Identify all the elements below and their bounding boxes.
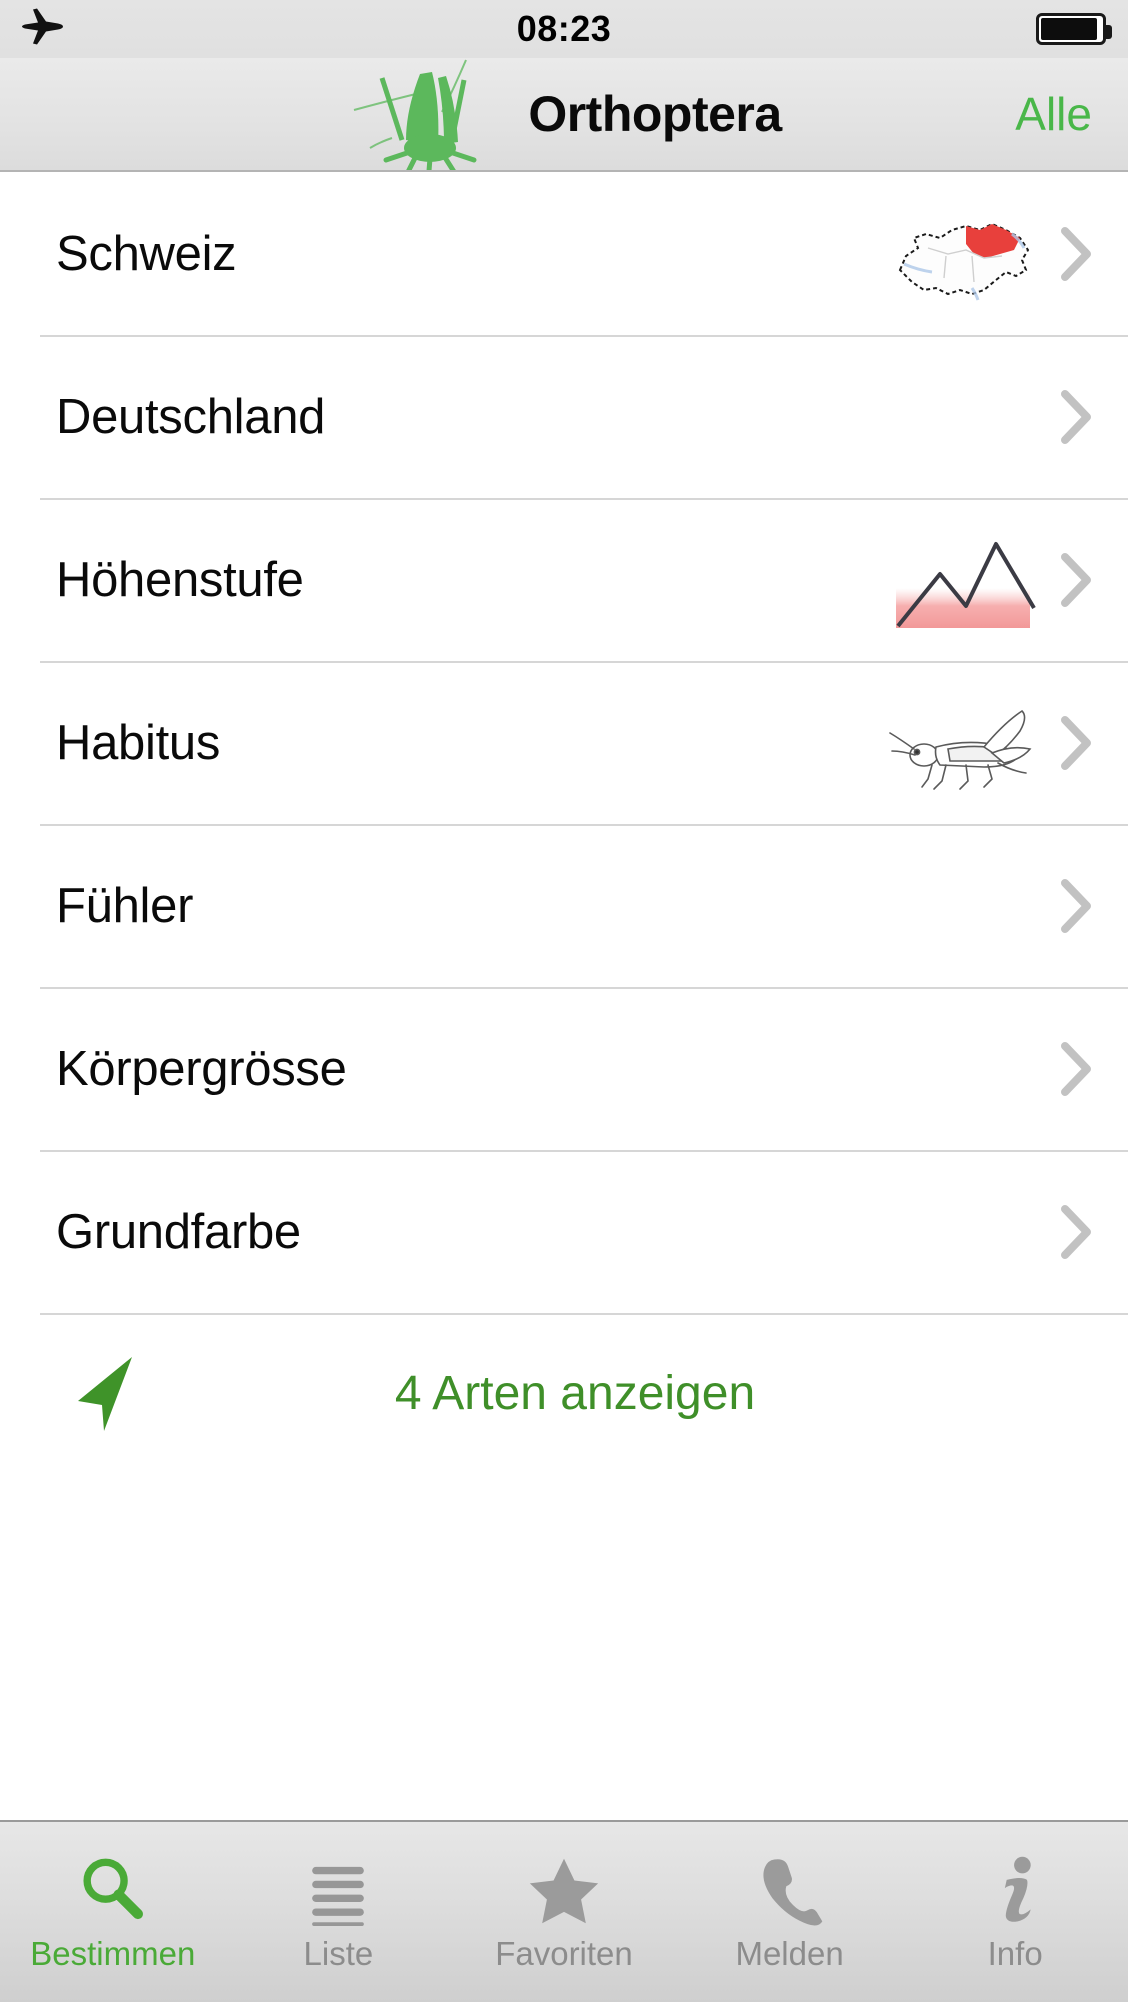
- phone-icon: [754, 1851, 826, 1929]
- tab-label: Info: [987, 1935, 1043, 1972]
- tab-liste[interactable]: Liste: [226, 1822, 452, 2002]
- mountain-altitude-icon: [888, 525, 1038, 635]
- navigation-bar-center: Orthoptera: [0, 58, 1128, 170]
- list-item-label: Fühler: [56, 878, 194, 933]
- chevron-right-icon: [1060, 878, 1094, 934]
- list-item-label: Habitus: [56, 715, 221, 770]
- filter-list: Schweiz Deutschland Höhenstufe Habitus F…: [0, 172, 1128, 1820]
- list-item-deutschland[interactable]: Deutschland: [0, 335, 1128, 498]
- search-icon: [77, 1851, 149, 1929]
- alle-button[interactable]: Alle: [1015, 87, 1092, 141]
- chevron-right-icon: [1060, 552, 1094, 608]
- tab-favoriten[interactable]: Favoriten: [451, 1822, 677, 2002]
- tab-label: Melden: [735, 1935, 844, 1972]
- list-item-label: Schweiz: [56, 226, 237, 281]
- star-icon: [527, 1851, 601, 1929]
- status-bar-clock: 08:23: [516, 8, 612, 49]
- chevron-right-icon: [1060, 715, 1094, 771]
- chevron-right-icon: [1060, 389, 1094, 445]
- chevron-right-icon: [1060, 226, 1094, 282]
- tab-melden[interactable]: Melden: [677, 1822, 903, 2002]
- info-icon: [979, 1851, 1051, 1929]
- list-item-schweiz[interactable]: Schweiz: [0, 172, 1128, 335]
- list-item-label: Höhenstufe: [56, 552, 304, 607]
- status-bar-right: [1036, 13, 1112, 45]
- status-bar: 08:23: [0, 0, 1128, 58]
- list-icon: [302, 1851, 374, 1929]
- list-item-hoehenstufe[interactable]: Höhenstufe: [0, 498, 1128, 661]
- tab-info[interactable]: Info: [902, 1822, 1128, 2002]
- list-item-label: Deutschland: [56, 389, 326, 444]
- battery-icon: [1036, 13, 1112, 45]
- grasshopper-habitus-icon: [888, 688, 1038, 798]
- list-item-label: Grundfarbe: [56, 1204, 301, 1259]
- list-item-koerpergroesse[interactable]: Körpergrösse: [0, 987, 1128, 1150]
- tab-bestimmen[interactable]: Bestimmen: [0, 1822, 226, 2002]
- navigation-bar: Orthoptera Alle: [0, 58, 1128, 172]
- tab-bar: Bestimmen Liste Favoriten Melden Info: [0, 1820, 1128, 2002]
- app-screen: 08:23 Orthoptera Alle Schweiz Deutschlan…: [0, 0, 1128, 2002]
- chevron-right-icon: [1060, 1041, 1094, 1097]
- page-title: Orthoptera: [528, 86, 782, 142]
- list-item-label: Körpergrösse: [56, 1041, 347, 1096]
- tab-label: Bestimmen: [30, 1935, 196, 1972]
- tab-label: Favoriten: [495, 1935, 633, 1972]
- show-species-label: 4 Arten anzeigen: [394, 1366, 756, 1420]
- tab-label: Liste: [303, 1935, 374, 1972]
- list-item-grundfarbe[interactable]: Grundfarbe: [0, 1150, 1128, 1313]
- navigation-arrow-icon: [70, 1353, 142, 1433]
- chevron-right-icon: [1060, 1204, 1094, 1260]
- show-species-button[interactable]: 4 Arten anzeigen: [0, 1313, 1128, 1473]
- grasshopper-logo-icon: [346, 58, 526, 170]
- list-item-habitus[interactable]: Habitus: [0, 661, 1128, 824]
- switzerland-map-icon: [888, 199, 1038, 309]
- list-item-fuehler[interactable]: Fühler: [0, 824, 1128, 987]
